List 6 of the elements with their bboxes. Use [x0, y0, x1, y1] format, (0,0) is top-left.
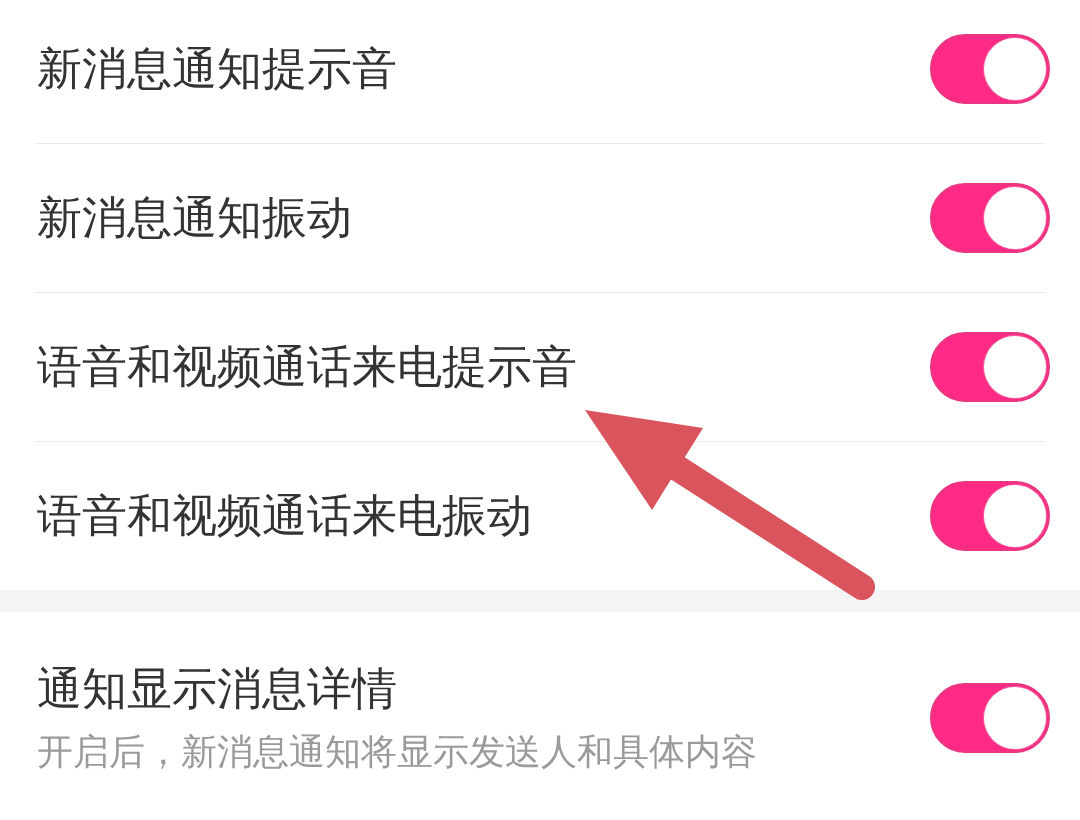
setting-label: 新消息通知提示音: [37, 42, 397, 96]
setting-description: 开启后，新消息通知将显示发送人和具体内容: [37, 730, 757, 774]
setting-label: 通知显示消息详情: [37, 662, 398, 716]
setting-label: 语音和视频通话来电振动: [37, 489, 532, 543]
setting-label: 语音和视频通话来电提示音: [37, 340, 577, 394]
setting-label: 新消息通知振动: [37, 191, 352, 245]
